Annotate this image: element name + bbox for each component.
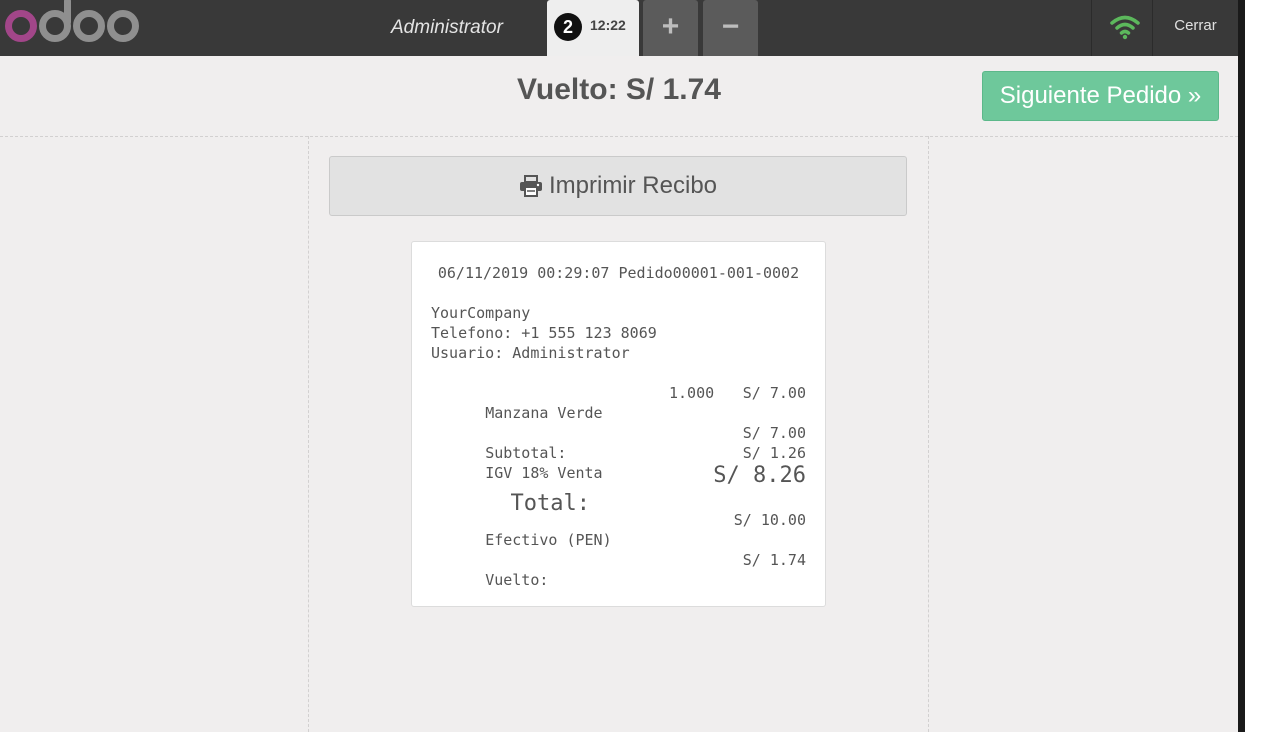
receipt-order-line: Manzana Verde 1.000 S/ 7.00 xyxy=(431,383,806,422)
odoo-logo xyxy=(5,0,141,46)
receipt-subtotal-row: Subtotal: S/ 7.00 xyxy=(431,423,806,462)
wifi-icon xyxy=(1110,15,1140,40)
left-column-divider xyxy=(308,136,309,732)
receipt-subtotal-value: S/ 7.00 xyxy=(742,424,806,442)
receipt-paper: 06/11/2019 00:29:07 Pedido00001-001-0002… xyxy=(411,241,826,607)
receipt-line-qty: 1.000 xyxy=(669,384,715,402)
receipt-change-label: Vuelto: xyxy=(485,571,549,589)
receipt-line-product: Manzana Verde xyxy=(485,404,603,422)
order-sequence-badge: 2 xyxy=(554,13,582,41)
printer-icon xyxy=(519,175,542,197)
receipt-payment-row: Efectivo (PEN) S/ 10.00 xyxy=(431,510,806,549)
print-receipt-button[interactable]: Imprimir Recibo xyxy=(329,156,907,216)
print-receipt-label: Imprimir Recibo xyxy=(548,172,718,199)
top-divider xyxy=(0,136,1238,137)
receipt-total-row: Total: S/ 8.26 xyxy=(431,462,806,516)
new-order-button[interactable]: + xyxy=(643,0,698,56)
receipt-line-price: S/ 7.00 xyxy=(742,384,806,402)
receipt-change-row: Vuelto: S/ 1.74 xyxy=(431,550,806,589)
receipt-tax-row: IGV 18% Venta S/ 1.26 xyxy=(431,443,806,482)
delete-order-button[interactable]: − xyxy=(703,0,758,56)
next-order-button[interactable]: Siguiente Pedido » xyxy=(982,71,1219,121)
cashier-name[interactable]: Administrator xyxy=(391,0,503,56)
right-column-divider xyxy=(928,136,929,732)
receipt-total-value: S/ 8.26 xyxy=(713,463,806,488)
pos-topbar: Administrator 2 12:22 + − Cerrar xyxy=(0,0,1238,56)
pos-app: Administrator 2 12:22 + − Cerrar Vuelto:… xyxy=(0,0,1238,732)
receipt-user: Usuario: Administrator xyxy=(431,344,630,362)
receipt-phone: Telefono: +1 555 123 8069 xyxy=(431,324,657,342)
receipt-payment-label: Efectivo (PEN) xyxy=(485,531,612,549)
order-tab-active[interactable]: 2 12:22 xyxy=(547,0,639,56)
order-time: 12:22 xyxy=(590,17,626,33)
background-window-edge xyxy=(1238,0,1245,732)
close-pos-button[interactable]: Cerrar xyxy=(1153,0,1238,56)
receipt-payment-value: S/ 10.00 xyxy=(733,511,806,529)
receipt-header-line: 06/11/2019 00:29:07 Pedido00001-001-0002 xyxy=(437,264,800,282)
receipt-company: YourCompany xyxy=(431,304,531,322)
header-divider xyxy=(1091,0,1092,56)
receipt-tax-value: S/ 1.26 xyxy=(742,444,806,462)
receipt-change-value: S/ 1.74 xyxy=(742,551,806,569)
